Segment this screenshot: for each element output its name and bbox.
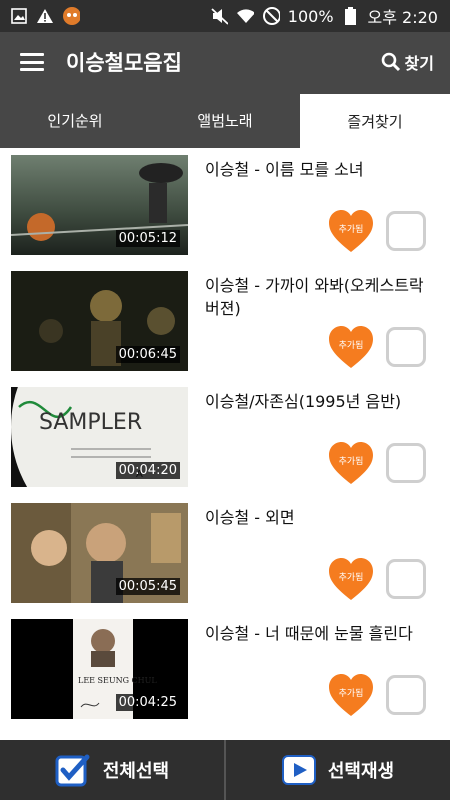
search-button[interactable]: 찾기 bbox=[381, 50, 434, 74]
checkbox-checked-icon bbox=[55, 754, 90, 787]
search-icon bbox=[381, 52, 400, 72]
clock: 오후 2:20 bbox=[367, 8, 438, 27]
search-button-label: 찾기 bbox=[404, 54, 434, 73]
hamburger-menu-icon[interactable] bbox=[20, 53, 44, 71]
select-checkbox[interactable] bbox=[386, 211, 426, 251]
album-cover-text: LEE SEUNG CHUL bbox=[78, 676, 157, 685]
select-checkbox[interactable] bbox=[386, 559, 426, 599]
favorite-heart-button[interactable]: 추가됨 bbox=[327, 324, 375, 370]
video-title[interactable]: 이승철 - 외면 bbox=[205, 506, 440, 529]
video-thumbnail[interactable]: 00:06:45 bbox=[11, 271, 188, 371]
app-notification-icon bbox=[62, 7, 80, 25]
favorite-heart-button[interactable]: 추가됨 bbox=[327, 440, 375, 486]
video-duration: 00:04:20 bbox=[115, 462, 180, 479]
select-checkbox[interactable] bbox=[386, 327, 426, 367]
favorite-label: 추가됨 bbox=[338, 225, 364, 235]
video-title[interactable]: 이승철 - 너 때문에 눈물 흘린다 bbox=[205, 622, 440, 645]
favorite-label: 추가됨 bbox=[338, 689, 364, 699]
video-duration: 00:05:45 bbox=[115, 578, 180, 595]
app-bar: 이승철모음집 찾기 bbox=[0, 32, 450, 92]
video-title[interactable]: 이승철/자존심(1995년 음반) bbox=[205, 390, 440, 413]
favorite-heart-button[interactable]: 추가됨 bbox=[327, 672, 375, 718]
video-title[interactable]: 이승철 - 이름 모를 소녀 bbox=[205, 158, 440, 181]
list-item[interactable]: 00:06:45 이승철 - 가까이 와봐(오케스트락 버젼) 추가됨 bbox=[0, 264, 450, 380]
video-duration: 00:06:45 bbox=[115, 346, 180, 363]
bottom-action-bar: 전체선택 선택재생 bbox=[0, 740, 450, 800]
do-not-disturb-icon bbox=[262, 7, 280, 25]
tab-popular[interactable]: 인기순위 bbox=[0, 92, 150, 148]
select-checkbox[interactable] bbox=[386, 443, 426, 483]
video-title[interactable]: 이승철 - 가까이 와봐(오케스트락 버젼) bbox=[205, 274, 440, 320]
list-item[interactable]: 00:05:12 이승철 - 이름 모를 소녀 추가됨 bbox=[0, 148, 450, 264]
video-thumbnail[interactable]: 00:05:45 bbox=[11, 503, 188, 603]
wifi-icon bbox=[236, 7, 254, 25]
warning-icon bbox=[36, 7, 54, 25]
app-title: 이승철모음집 bbox=[66, 51, 182, 75]
tab-bar: 인기순위 앨범노래 즐겨찾기 bbox=[0, 92, 450, 148]
favorite-label: 추가됨 bbox=[338, 457, 364, 467]
play-selected-label: 선택재생 bbox=[327, 761, 395, 782]
battery-level: 100% bbox=[287, 6, 334, 26]
tab-albums[interactable]: 앨범노래 bbox=[150, 92, 300, 148]
select-all-label: 전체선택 bbox=[102, 761, 170, 782]
video-thumbnail[interactable]: 00:05:12 bbox=[11, 155, 188, 255]
favorite-label: 추가됨 bbox=[338, 573, 364, 583]
favorite-heart-button[interactable]: 추가됨 bbox=[327, 208, 375, 254]
mute-icon bbox=[210, 7, 228, 25]
video-list: 00:05:12 이승철 - 이름 모를 소녀 추가됨 00:06:45 이승철… bbox=[0, 148, 450, 740]
select-checkbox[interactable] bbox=[386, 675, 426, 715]
video-duration: 00:04:25 bbox=[115, 694, 180, 711]
play-icon bbox=[281, 755, 316, 785]
favorite-heart-button[interactable]: 추가됨 bbox=[327, 556, 375, 602]
video-thumbnail[interactable]: SAMPLER A 00:04:20 bbox=[11, 387, 188, 487]
tab-favorites[interactable]: 즐겨찾기 bbox=[300, 92, 450, 148]
select-all-button[interactable]: 전체선택 bbox=[0, 740, 224, 800]
play-selected-button[interactable]: 선택재생 bbox=[226, 740, 450, 800]
image-icon bbox=[10, 7, 28, 25]
status-bar: 100% 오후 2:20 bbox=[0, 0, 450, 32]
favorite-label: 추가됨 bbox=[338, 341, 364, 351]
video-duration: 00:05:12 bbox=[115, 230, 180, 247]
list-item[interactable]: 00:05:45 이승철 - 외면 추가됨 bbox=[0, 496, 450, 612]
battery-icon bbox=[342, 7, 360, 25]
record-label-text: SAMPLER bbox=[39, 410, 142, 435]
list-item[interactable]: SAMPLER A 00:04:20 이승철/자존심(1995년 음반) 추가됨 bbox=[0, 380, 450, 496]
video-thumbnail[interactable]: LEE SEUNG CHUL 00:04:25 bbox=[11, 619, 188, 719]
list-item[interactable]: LEE SEUNG CHUL 00:04:25 이승철 - 너 때문에 눈물 흘… bbox=[0, 612, 450, 728]
